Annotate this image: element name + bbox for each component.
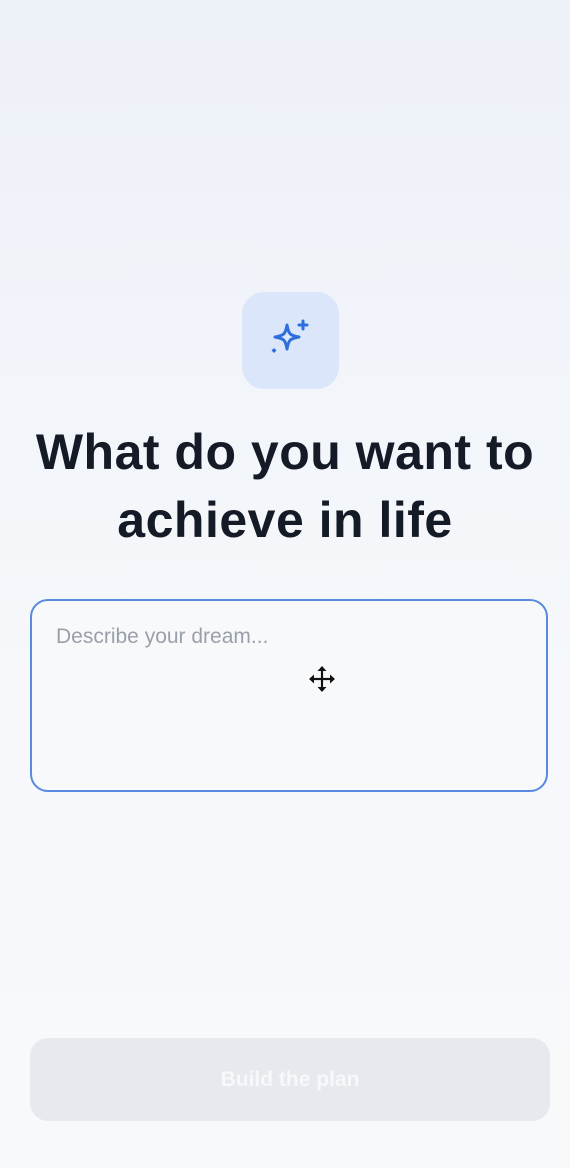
build-plan-button[interactable]: Build the plan: [30, 1038, 550, 1121]
goal-setup-screen: What do you want to achieve in life Buil…: [0, 0, 570, 1168]
page-title: What do you want to achieve in life: [35, 424, 535, 548]
sparkles-icon-tile: [242, 292, 339, 389]
sparkles-icon: [271, 319, 308, 353]
dream-input-container[interactable]: [30, 599, 548, 792]
dream-input[interactable]: [32, 601, 546, 790]
